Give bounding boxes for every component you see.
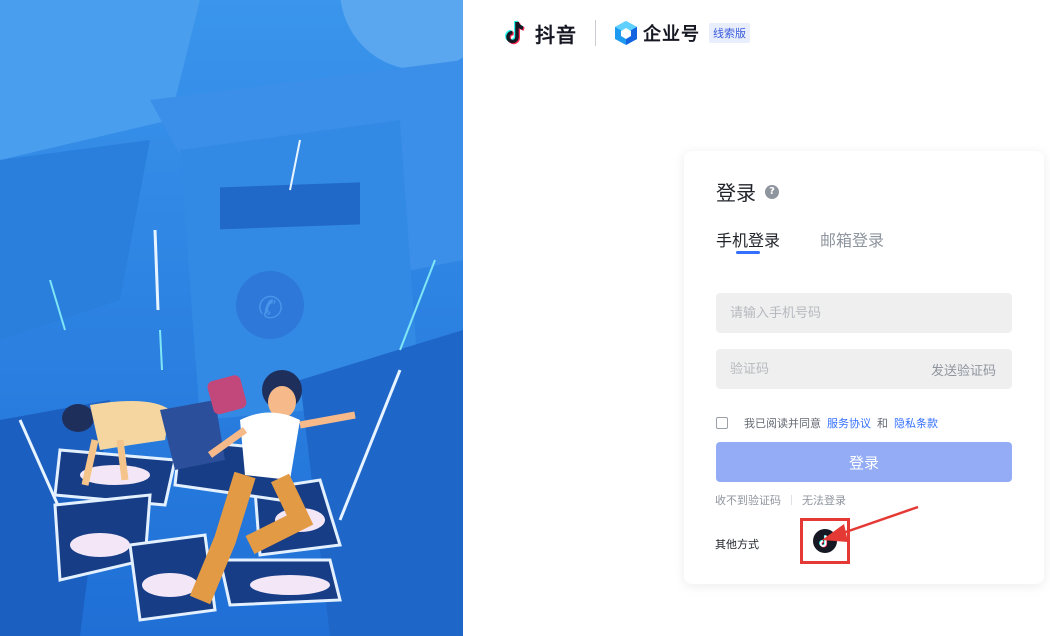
enterprise-brand-name: 企业号: [643, 24, 700, 45]
edition-badge: 线索版: [709, 23, 750, 43]
tab-phone-login[interactable]: 手机登录: [716, 227, 780, 254]
douyin-logo-icon: [505, 20, 525, 45]
login-button[interactable]: 登录: [716, 442, 1012, 482]
brand-header: 抖音 企业号 线索版: [503, 18, 750, 48]
agreement-row: 我已阅读并同意 服务协议 和 隐私条款: [716, 415, 938, 431]
agree-checkbox[interactable]: [716, 417, 728, 429]
other-methods-row: 其他方式: [715, 518, 850, 564]
phone-field[interactable]: [716, 293, 1012, 333]
agree-prefix: 我已阅读并同意: [744, 417, 821, 430]
code-field[interactable]: 发送验证码: [716, 349, 1012, 389]
tab-email-login[interactable]: 邮箱登录: [820, 227, 884, 251]
service-agreement-link[interactable]: 服务协议: [827, 415, 871, 431]
douyin-brand-name: 抖音: [535, 22, 577, 47]
help-divider: [791, 495, 792, 505]
brand-divider: [595, 20, 596, 46]
svg-text:✆: ✆: [258, 291, 283, 326]
login-title: 登录: [716, 181, 756, 205]
phone-input[interactable]: [728, 304, 922, 322]
login-tabs: 手机登录 邮箱登录: [716, 227, 924, 254]
login-title-row: 登录 ?: [716, 177, 779, 206]
login-illustration: ✆: [0, 0, 463, 636]
enterprise-logo-icon: [615, 21, 637, 45]
verification-code-input[interactable]: [728, 360, 922, 378]
help-icon[interactable]: ?: [765, 184, 779, 199]
send-code-button[interactable]: 发送验证码: [931, 360, 996, 379]
red-arrow-icon: [822, 505, 919, 542]
agree-and: 和: [877, 417, 888, 430]
illustration-panel: ✆: [0, 0, 463, 636]
privacy-terms-link[interactable]: 隐私条款: [894, 415, 938, 431]
other-methods-label: 其他方式: [715, 538, 759, 551]
no-code-link[interactable]: 收不到验证码: [715, 492, 781, 508]
